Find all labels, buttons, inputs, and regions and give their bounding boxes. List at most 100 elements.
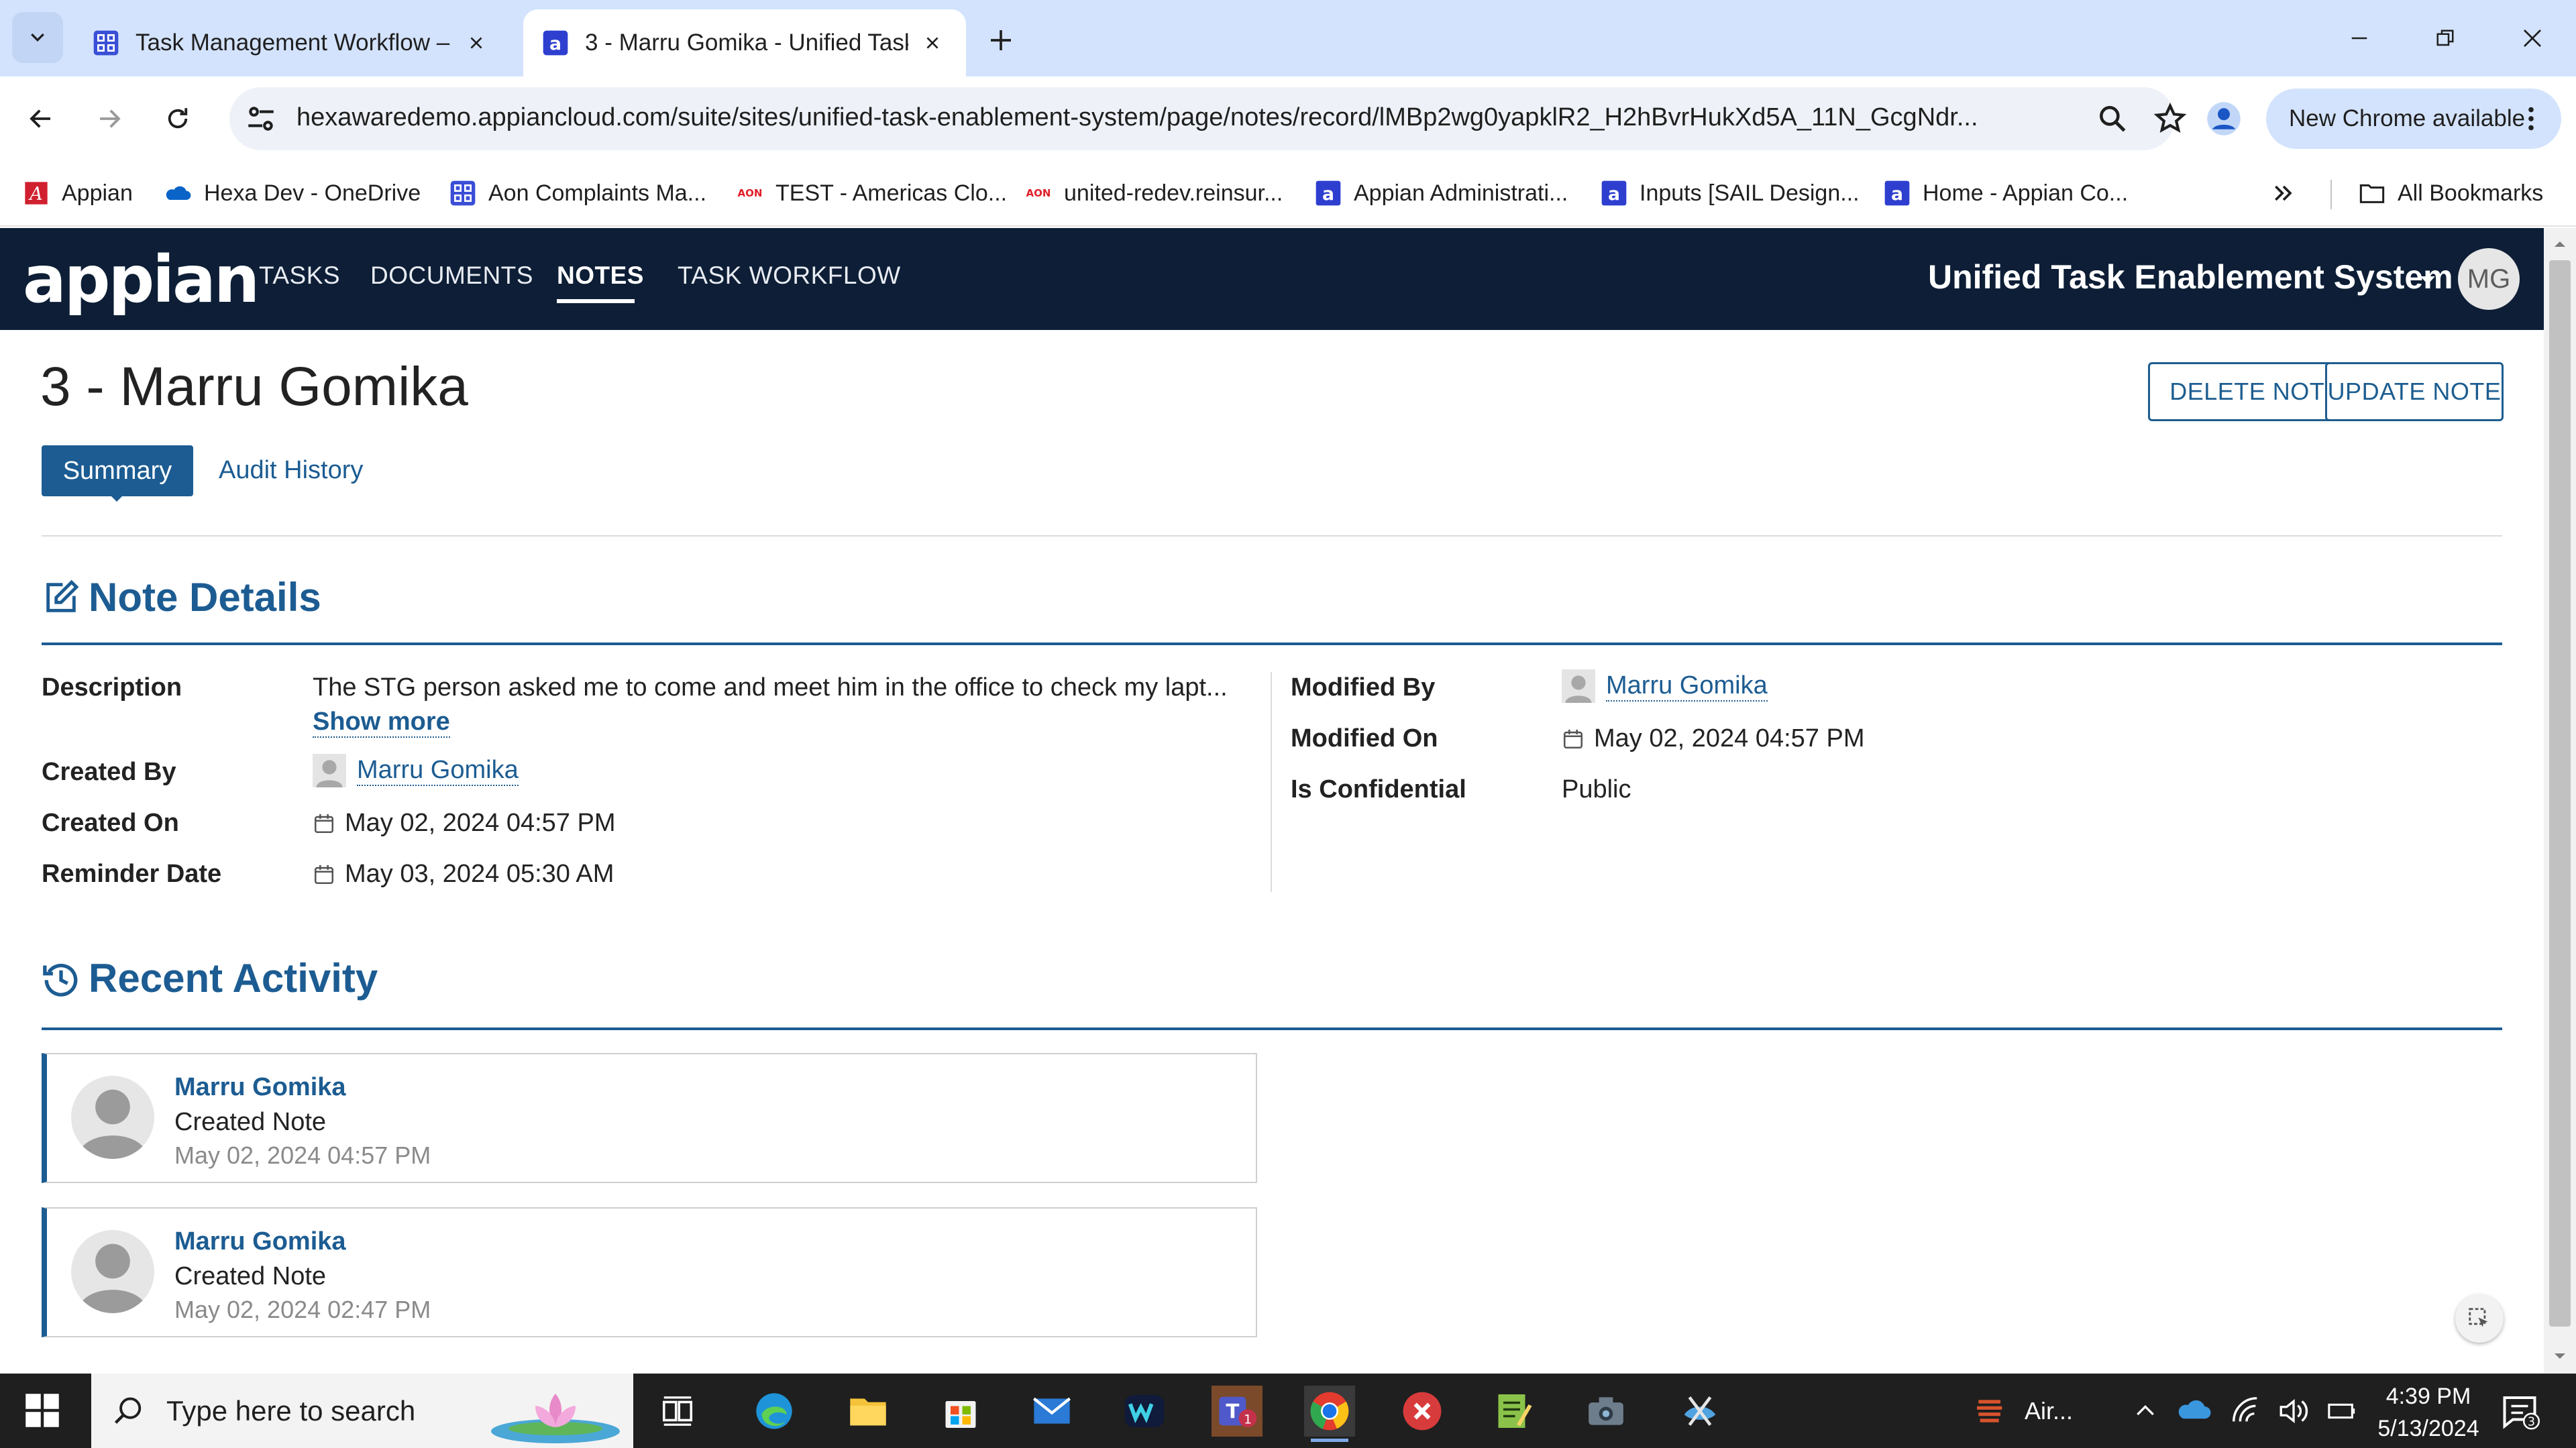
nav-notes[interactable]: NOTES (557, 262, 644, 290)
created-on-text: May 02, 2024 04:57 PM (345, 809, 616, 837)
notifications-button[interactable]: 3 (2500, 1374, 2540, 1448)
site-switcher[interactable]: Unified Task Enablement System (1928, 258, 2453, 296)
page-title: 3 - Marru Gomika (40, 356, 468, 417)
scrollbar-thumb[interactable] (2549, 260, 2571, 1327)
caret-down-icon[interactable] (2418, 274, 2438, 287)
site-settings-icon[interactable] (244, 102, 278, 135)
snipping-app[interactable] (1674, 1386, 1725, 1437)
bookmark-item[interactable]: A Appian (23, 173, 133, 213)
chrome-update-button[interactable]: New Chrome available (2266, 89, 2561, 149)
forward-button[interactable] (86, 95, 133, 142)
address-bar[interactable]: hexawaredemo.appiancloud.com/suite/sites… (229, 87, 2187, 150)
chevron-up-icon (2137, 1404, 2154, 1415)
appian-logo[interactable]: appian (23, 247, 260, 312)
clock-time: 4:39 PM (2385, 1384, 2471, 1409)
close-icon (2524, 30, 2541, 47)
weather-widget[interactable]: Air... (1972, 1374, 2073, 1448)
svg-text:a: a (1608, 184, 1620, 205)
profile-button[interactable] (2200, 95, 2247, 142)
nav-documents[interactable]: DOCUMENTS (370, 262, 533, 290)
tab-summary[interactable]: Summary (42, 445, 193, 496)
edge-app[interactable] (749, 1386, 800, 1437)
nav-task-workflow[interactable]: TASK WORKFLOW (678, 262, 901, 290)
reload-button[interactable] (154, 95, 201, 142)
created-on-value: May 02, 2024 04:57 PM (313, 809, 615, 838)
activity-user-link[interactable]: Marru Gomika (174, 1073, 346, 1102)
notification-icon: 3 (2503, 1396, 2540, 1429)
bookmark-item[interactable]: AON TEST - Americas Clo... (737, 173, 1008, 213)
page-scrollbar[interactable] (2544, 228, 2576, 1374)
remote-app[interactable] (1397, 1386, 1448, 1437)
created-by-value: Marru Gomika (313, 754, 519, 787)
bookmark-label: Inputs [SAIL Design... (1640, 180, 1860, 206)
file-explorer-app[interactable] (843, 1386, 894, 1437)
bookmark-label: Appian Administrati... (1354, 180, 1568, 206)
user-avatar[interactable]: MG (2458, 248, 2520, 310)
task-view-button[interactable] (652, 1386, 703, 1437)
bookmark-item[interactable]: Hexa Dev - OneDrive (165, 173, 421, 213)
windows-start-icon[interactable] (24, 1392, 60, 1429)
webex-app[interactable] (1119, 1386, 1170, 1437)
show-more-link[interactable]: Show more (313, 707, 450, 738)
feedback-button[interactable] (2455, 1294, 2504, 1343)
nav-tasks[interactable]: TASKS (259, 262, 340, 290)
created-by-user-link[interactable]: Marru Gomika (357, 755, 519, 786)
taskbar-clock[interactable]: 4:39 PM 5/13/2024 (2368, 1380, 2489, 1445)
calendar-icon (314, 865, 334, 884)
chevron-down-icon (31, 33, 44, 42)
close-icon[interactable] (462, 28, 491, 58)
bookmark-item[interactable]: a Appian Administrati... (1315, 173, 1568, 213)
browser-tab-strip: Task Management Workflow – E a 3 - Marru… (0, 0, 2576, 76)
recent-activity-heading: Recent Activity (42, 955, 378, 1001)
teams-app[interactable]: T1 (1212, 1386, 1263, 1437)
all-bookmarks-label: All Bookmarks (2398, 180, 2544, 206)
user-icon (313, 754, 346, 787)
reminder-date-text: May 03, 2024 05:30 AM (345, 860, 614, 888)
tab-audit-history[interactable]: Audit History (219, 456, 363, 485)
notepad-app[interactable] (1488, 1386, 1539, 1437)
store-icon (945, 1401, 976, 1428)
restore-button[interactable] (2422, 15, 2469, 62)
store-app[interactable] (935, 1386, 986, 1437)
clock-date: 5/13/2024 (2377, 1416, 2479, 1441)
appian-red-icon: A (25, 182, 48, 205)
history-icon (43, 963, 78, 997)
bookmark-label: Hexa Dev - OneDrive (204, 180, 421, 206)
zoom-icon[interactable] (2096, 102, 2129, 135)
taskbar-search-box[interactable]: Type here to search (91, 1374, 633, 1448)
lotus-icon (491, 1394, 620, 1443)
svg-text:a: a (1891, 184, 1903, 205)
aon-icon: AON (1026, 187, 1051, 199)
active-nav-indicator (557, 299, 635, 303)
modified-by-label: Modified By (1291, 673, 1436, 702)
update-note-button[interactable]: UPDATE NOTE (2325, 362, 2504, 421)
minimize-button[interactable] (2336, 15, 2383, 62)
bookmark-item[interactable]: AON united-redev.reinsur... (1025, 173, 1283, 213)
close-window-button[interactable] (2509, 15, 2556, 62)
browser-tab[interactable]: Task Management Workflow – E (74, 9, 510, 76)
chrome-app[interactable] (1304, 1386, 1355, 1442)
new-tab-button[interactable] (981, 20, 1021, 60)
activity-user-link[interactable]: Marru Gomika (174, 1227, 346, 1256)
bookmark-label: Home - Appian Co... (1923, 180, 2129, 206)
modified-by-user-link[interactable]: Marru Gomika (1606, 671, 1768, 702)
camera-app[interactable] (1580, 1386, 1631, 1437)
divider (42, 535, 2502, 537)
onedrive-icon (166, 186, 191, 200)
bookmark-item[interactable]: a Home - Appian Co... (1884, 173, 2128, 213)
created-by-label: Created By (42, 758, 176, 786)
more-bookmarks-button[interactable] (2270, 173, 2297, 213)
star-icon[interactable] (2153, 102, 2187, 135)
bookmark-item[interactable]: a Inputs [SAIL Design... (1601, 173, 1860, 213)
svg-text:T: T (1226, 1400, 1239, 1423)
bookmark-item[interactable]: Aon Complaints Ma... (449, 173, 706, 213)
all-bookmarks-button[interactable]: All Bookmarks (2359, 173, 2543, 213)
back-button[interactable] (17, 95, 64, 142)
close-icon[interactable] (918, 28, 947, 58)
mail-app[interactable] (1026, 1386, 1077, 1437)
browser-tab-active[interactable]: a 3 - Marru Gomika - Unified Task (523, 9, 966, 76)
restore-icon (2436, 30, 2454, 46)
bookmark-label: TEST - Americas Clo... (775, 180, 1008, 206)
system-tray[interactable] (2132, 1374, 2357, 1448)
tab-search-button[interactable] (12, 12, 63, 63)
